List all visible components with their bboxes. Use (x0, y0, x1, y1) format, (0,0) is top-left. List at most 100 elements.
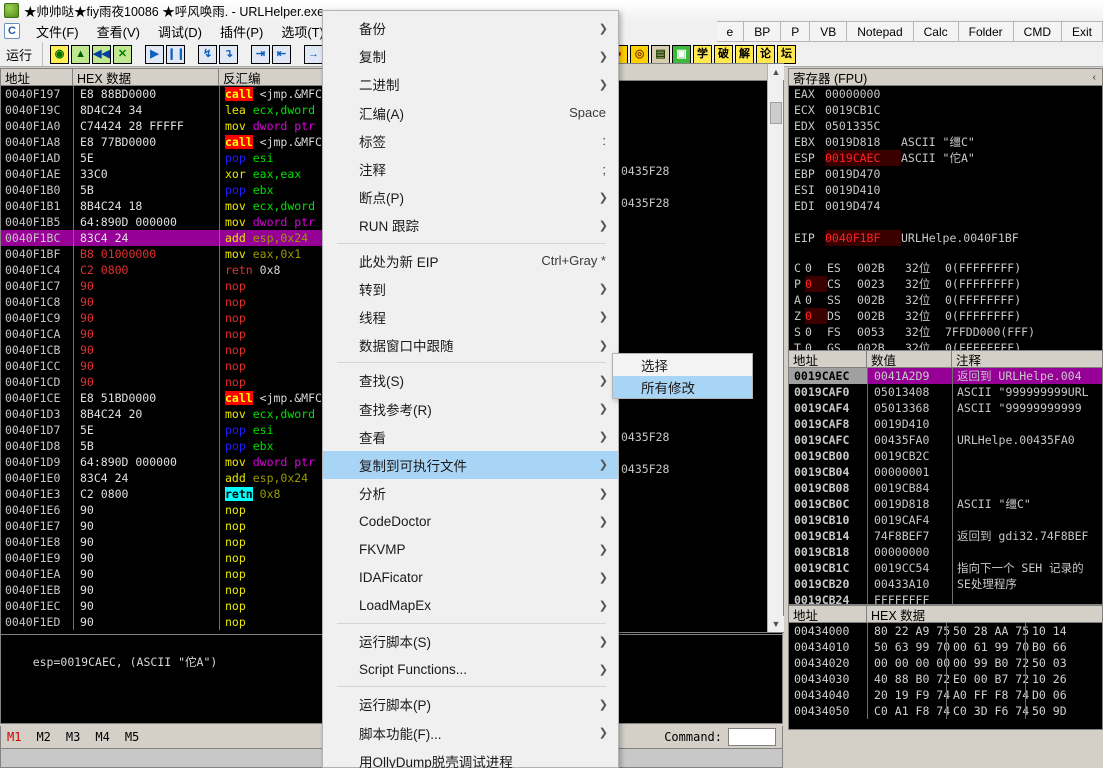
bookmark-m5[interactable]: M5 (119, 730, 148, 744)
context-menu-item[interactable]: Script Functions... ❯ (323, 655, 618, 683)
register-row-eip[interactable]: EIP 0040F1BF URLHelpe.0040F1BF (789, 230, 1102, 246)
flag-row[interactable]: Z 0 DS 002B 32位 0(FFFFFFFF) (789, 308, 1102, 324)
context-menu-item[interactable]: LoadMapEx ❯ (323, 592, 618, 620)
dump-row[interactable]: 00434030 40 88 B0 72 E0 00 B7 72 10 26 (789, 671, 1102, 687)
context-submenu[interactable]: 选择 所有修改 (612, 353, 753, 399)
context-menu-item[interactable]: 二进制 ❯ (323, 70, 618, 98)
register-row[interactable]: EBP 0019D470 (789, 166, 1102, 182)
stack-row[interactable]: 0019CB08 0019CB84 (789, 480, 1102, 496)
chevron-left-icon[interactable]: ‹ (1093, 72, 1102, 83)
dump-row[interactable]: 00434040 20 19 F9 74 A0 FF F8 74 D0 06 (789, 687, 1102, 703)
tan-icon[interactable]: 坛 (777, 44, 797, 64)
bookmark-m2[interactable]: M2 (30, 730, 59, 744)
context-menu-item[interactable]: 复制 ❯ (323, 42, 618, 70)
xue-icon[interactable]: 学 (693, 44, 713, 64)
stack-rows[interactable]: 0019CAEC 0041A2D9 返回到 URLHelpe.004 0019CAF0… (789, 368, 1102, 608)
menu-item-view[interactable]: 查看(V) (88, 20, 149, 42)
menu-item-file[interactable]: 文件(F) (27, 20, 88, 42)
lun-icon[interactable]: 论 (756, 44, 776, 64)
stack-row[interactable]: 0019CB1C 0019CC54 指向下一个 SEH 记录的 (789, 560, 1102, 576)
command-input[interactable] (728, 728, 776, 746)
flag-row[interactable]: P 0 CS 0023 32位 0(FFFFFFFF) (789, 276, 1102, 292)
stack-row[interactable]: 0019CAEC 0041A2D9 返回到 URLHelpe.004 (789, 368, 1102, 384)
register-row[interactable]: ESI 0019D410 (789, 182, 1102, 198)
dump-row[interactable]: 00434020 00 00 00 00 00 99 B0 72 50 03 (789, 655, 1102, 671)
scroll-up-icon[interactable]: ▲ (768, 64, 784, 80)
topbtn-bp[interactable]: BP (744, 21, 782, 42)
context-menu-item[interactable]: IDAFicator ❯ (323, 564, 618, 592)
topbtn-exit[interactable]: Exit (1061, 21, 1103, 42)
context-menu-item[interactable]: 此处为新 EIP Ctrl+Gray * (323, 247, 618, 275)
scroll-down-icon[interactable]: ▼ (768, 616, 784, 632)
memory-icon[interactable]: ▤ (651, 44, 671, 64)
register-row[interactable]: EAX 00000000 (789, 86, 1102, 102)
stack-row[interactable]: 0019CAF4 05013368 ASCII "99999999999 (789, 400, 1102, 416)
context-menu[interactable]: 备份 ❯ 复制 ❯ 二进制 ❯ 汇编(A) Space 标签: 注释; 断点(P) ❯ RUN 跟踪 ❯ 此… (322, 10, 619, 768)
window-icon[interactable]: ▣ (672, 44, 692, 64)
context-menu-item[interactable]: RUN 跟踪 ❯ (323, 211, 618, 239)
dump-row[interactable]: 00434010 50 63 99 70 00 61 99 70 B0 66 (789, 639, 1102, 655)
topbtn-e[interactable]: e (716, 21, 745, 42)
trace-over-icon[interactable]: ⇤ (272, 44, 292, 64)
topbtn-notepad[interactable]: Notepad (847, 21, 914, 42)
topbtn-calc[interactable]: Calc (913, 21, 959, 42)
stack-row[interactable]: 0019CAF0 05013408 ASCII "999999999URL (789, 384, 1102, 400)
dump-rows[interactable]: 00434000 80 22 A9 75 50 28 AA 75 10 14 00434… (789, 623, 1102, 719)
topbtn-folder[interactable]: Folder (958, 21, 1014, 42)
stack-row[interactable]: 0019CB0C 0019D818 ASCII "缰C" (789, 496, 1102, 512)
run-icon[interactable]: ▶ (145, 44, 165, 64)
context-menu-item[interactable]: 脚本功能(F)... ❯ (323, 719, 618, 747)
context-menu-item[interactable]: 注释; (323, 155, 618, 183)
context-menu-item[interactable]: 运行脚本(S) ❯ (323, 627, 618, 655)
register-row[interactable]: ECX 0019CB1C (789, 102, 1102, 118)
context-menu-item[interactable]: 分析 ❯ (323, 479, 618, 507)
context-menu-item[interactable]: 汇编(A) Space (323, 99, 618, 127)
stack-row[interactable]: 0019CAF8 0019D410 (789, 416, 1102, 432)
context-menu-item[interactable]: 查看 ❯ (323, 423, 618, 451)
execute-icon[interactable]: → (304, 44, 324, 64)
target-icon[interactable]: ◎ (630, 44, 650, 64)
registers-body[interactable]: EAX 00000000 ECX 0019CB1C EDX 0501335C EBX 0019… (789, 86, 1102, 356)
stack-row[interactable]: 0019CB10 0019CAF4 (789, 512, 1102, 528)
flag-row[interactable]: S 0 FS 0053 32位 7FFDD000(FFF) (789, 324, 1102, 340)
trace-into-icon[interactable]: ⇥ (251, 44, 271, 64)
stack-row[interactable]: 0019CB18 00000000 (789, 544, 1102, 560)
flag-row[interactable]: A 0 SS 002B 32位 0(FFFFFFFF) (789, 292, 1102, 308)
register-row[interactable]: EDX 0501335C (789, 118, 1102, 134)
pause-icon[interactable]: ❙❙ (166, 44, 185, 64)
context-menu-item[interactable]: 线程 ❯ (323, 303, 618, 331)
close-icon[interactable]: ✕ (113, 44, 133, 64)
submenu-item[interactable]: 选择 (613, 354, 752, 376)
register-row[interactable]: EBX 0019D818 ASCII "缰C" (789, 134, 1102, 150)
stack-row[interactable]: 0019CB04 00000001 (789, 464, 1102, 480)
menu-item-debug[interactable]: 调试(D) (149, 20, 211, 42)
dump-row[interactable]: 00434000 80 22 A9 75 50 28 AA 75 10 14 (789, 623, 1102, 639)
step-into-icon[interactable]: ↯ (198, 44, 218, 64)
context-menu-item[interactable]: 转到 ❯ (323, 275, 618, 303)
register-row[interactable]: ESP 0019CAEC ASCII "佗A" (789, 150, 1102, 166)
menu-item-plugins[interactable]: 插件(P) (211, 20, 272, 42)
context-menu-item[interactable]: 查找(S) ❯ (323, 366, 618, 394)
bookmark-m1[interactable]: M1 (1, 730, 30, 744)
bookmark-m4[interactable]: M4 (89, 730, 118, 744)
register-row[interactable]: EDI 0019D474 (789, 198, 1102, 214)
context-menu-item[interactable]: 断点(P) ❯ (323, 183, 618, 211)
context-menu-item[interactable]: 运行脚本(P) ❯ (323, 690, 618, 718)
open-icon[interactable]: ◉ (50, 44, 70, 64)
flag-row[interactable]: C 0 ES 002B 32位 0(FFFFFFFF) (789, 260, 1102, 276)
restart-icon[interactable]: ▲ (71, 44, 91, 64)
context-menu-item[interactable]: 复制到可执行文件 ❯ (323, 450, 618, 479)
po-icon[interactable]: 破 (714, 44, 734, 64)
topbtn-vb[interactable]: VB (810, 21, 848, 42)
rewind-icon[interactable]: ◀◀ (92, 44, 112, 64)
topbtn-p[interactable]: P (781, 21, 811, 42)
step-over-icon[interactable]: ↴ (219, 44, 239, 64)
context-menu-item[interactable]: 数据窗口中跟随 ❯ (323, 331, 618, 359)
secondary-window-scrollbar[interactable]: ▲ ▼ (767, 64, 784, 632)
stack-row[interactable]: 0019CB00 0019CB2C (789, 448, 1102, 464)
stack-row[interactable]: 0019CAFC 00435FA0 URLHelpe.00435FA0 (789, 432, 1102, 448)
submenu-item[interactable]: 所有修改 (613, 376, 752, 398)
jie-icon[interactable]: 解 (735, 44, 755, 64)
context-menu-item[interactable]: 查找参考(R) ❯ (323, 394, 618, 422)
bookmark-m3[interactable]: M3 (60, 730, 89, 744)
